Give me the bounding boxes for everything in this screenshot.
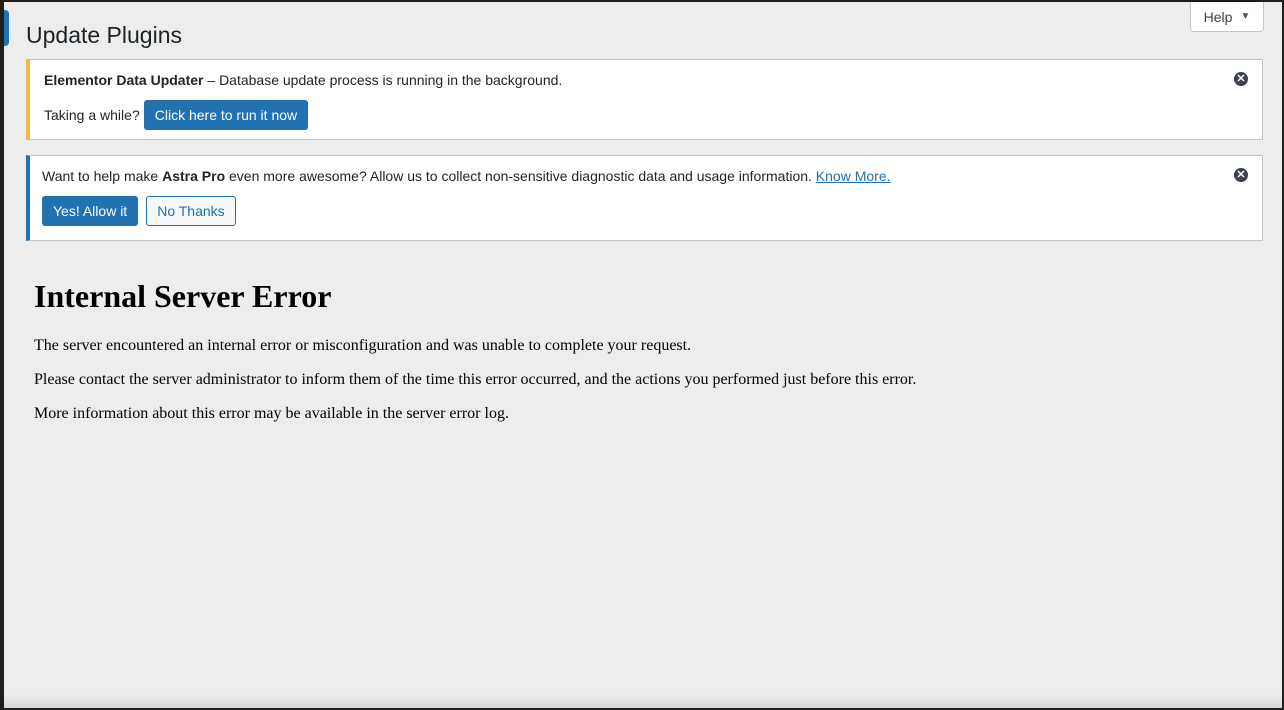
help-button[interactable]: Help ▼	[1190, 2, 1264, 32]
astra-notice-actions: Yes! Allow it No Thanks	[42, 196, 236, 226]
astra-notice-text-after: even more awesome? Allow us to collect n…	[225, 168, 816, 184]
admin-window: Help ▼ Update Plugins Elementor Data Upd…	[4, 2, 1282, 708]
close-circle-icon[interactable]: ✕	[1234, 72, 1248, 86]
elementor-notice-actions: Taking a while? Click here to run it now	[44, 100, 309, 130]
close-circle-icon[interactable]: ✕	[1234, 168, 1248, 182]
astra-notice-message: Want to help make Astra Pro even more aw…	[42, 168, 891, 184]
help-button-label: Help	[1203, 8, 1233, 25]
elementor-updater-notice: Elementor Data Updater – Database update…	[26, 59, 1263, 140]
error-paragraph: The server encountered an internal error…	[34, 337, 692, 354]
elementor-notice-title: Elementor Data Updater	[44, 72, 204, 88]
run-updater-button[interactable]: Click here to run it now	[143, 100, 309, 130]
allow-tracking-button[interactable]: Yes! Allow it	[42, 196, 139, 226]
astra-notice-brand: Astra Pro	[162, 168, 226, 184]
no-thanks-button[interactable]: No Thanks	[146, 196, 236, 226]
know-more-link[interactable]: Know More.	[816, 168, 891, 184]
caret-down-icon: ▼	[1240, 11, 1251, 22]
server-error-content: Internal Server Error The server encount…	[34, 276, 916, 438]
astra-notice-text-before: Want to help make	[42, 168, 163, 184]
elementor-notice-text: Database update process is running in th…	[219, 72, 563, 88]
elementor-notice-separator: –	[203, 72, 220, 88]
page-title: Update Plugins	[26, 22, 182, 48]
window-bottom-shadow	[4, 694, 1282, 708]
error-paragraph: Please contact the server administrator …	[34, 371, 917, 388]
elementor-notice-prompt: Taking a while?	[44, 107, 140, 123]
sidebar-edge-tab[interactable]	[4, 10, 9, 46]
error-heading: Internal Server Error	[34, 278, 332, 314]
elementor-notice-message: Elementor Data Updater – Database update…	[44, 72, 562, 88]
astra-usage-notice: Want to help make Astra Pro even more aw…	[26, 155, 1263, 241]
error-paragraph: More information about this error may be…	[34, 405, 509, 422]
